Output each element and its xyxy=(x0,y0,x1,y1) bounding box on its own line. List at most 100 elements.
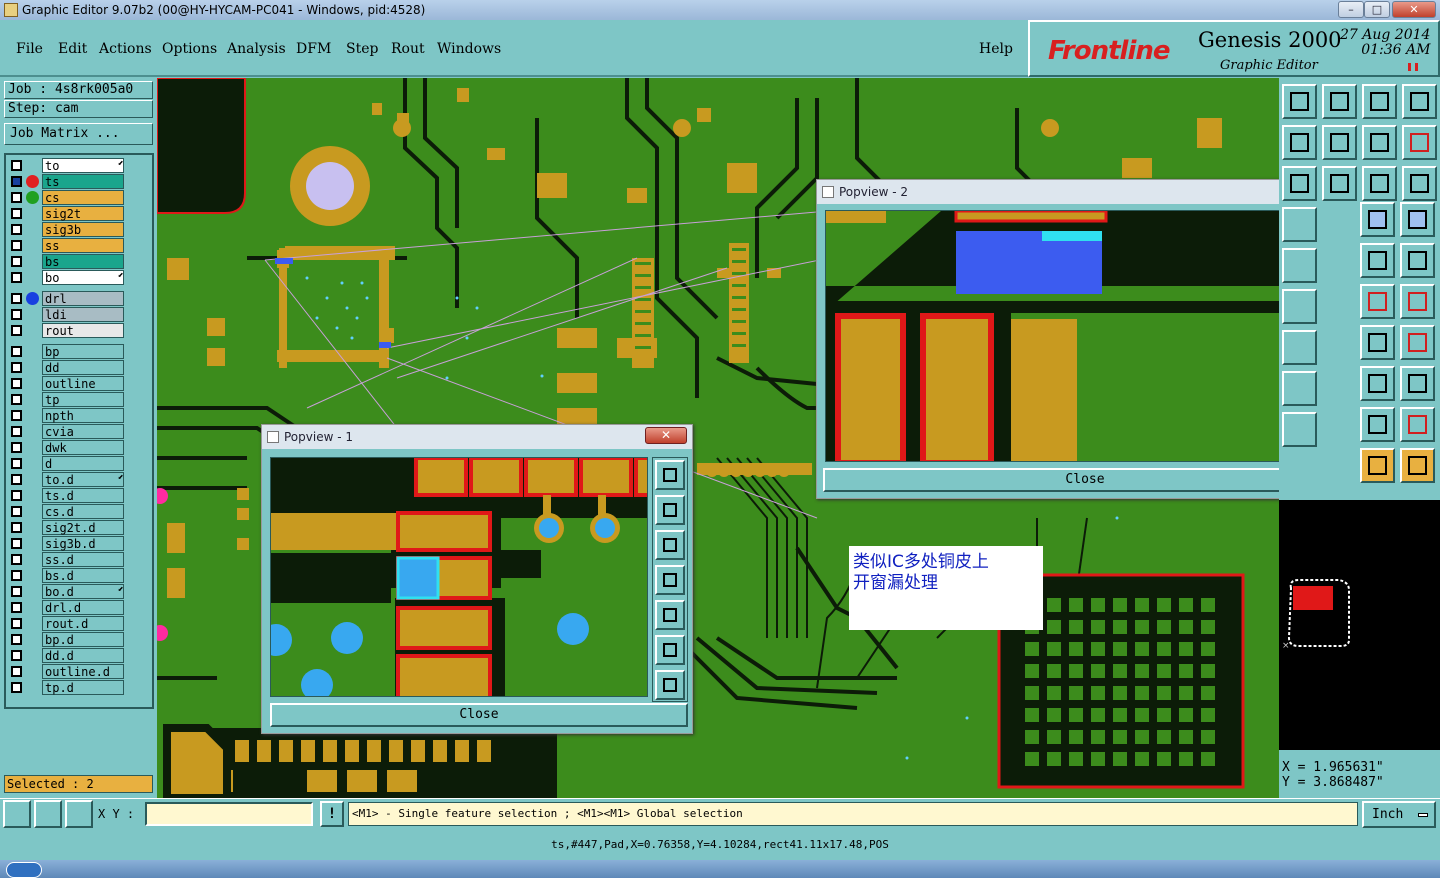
menu-help[interactable]: Help xyxy=(979,41,1013,57)
home-view-icon[interactable] xyxy=(1282,84,1317,119)
layer-name[interactable]: dwk xyxy=(42,440,124,455)
layer-checkbox[interactable] xyxy=(11,224,22,235)
layer-a-icon[interactable] xyxy=(1360,202,1395,237)
popview-1-view[interactable] xyxy=(270,457,648,697)
layer-row-to[interactable]: to ⬋ xyxy=(8,158,126,173)
layer-checkbox[interactable] xyxy=(11,160,22,171)
layer-row-drl-d[interactable]: drl.d xyxy=(8,600,126,615)
layer-checkbox[interactable] xyxy=(11,346,22,357)
layer-row-bo[interactable]: bo ⬋ xyxy=(8,270,126,285)
layer-row-ts[interactable]: ts xyxy=(8,174,126,189)
layer-b-icon[interactable] xyxy=(1400,202,1435,237)
tool-icon-3[interactable] xyxy=(1282,330,1317,365)
layer-name[interactable]: drl.d xyxy=(42,600,124,615)
layer-row-ldi[interactable]: ldi xyxy=(8,307,126,322)
layer-checkbox[interactable] xyxy=(11,378,22,389)
popview-1-close-icon[interactable]: ✕ xyxy=(645,427,687,444)
minimize-button[interactable]: – xyxy=(1338,1,1364,18)
snap-icon[interactable] xyxy=(3,800,31,828)
popview-2-view[interactable] xyxy=(825,210,1279,462)
fill-icon[interactable] xyxy=(1400,243,1435,278)
layer-name[interactable]: bo.d xyxy=(42,584,124,599)
layer-name[interactable]: outline xyxy=(42,376,124,391)
layer-row-sig2t-d[interactable]: sig2t.d xyxy=(8,520,126,535)
pan-left-icon[interactable] xyxy=(1282,125,1317,160)
layer-name[interactable]: bp.d xyxy=(42,632,124,647)
layer-name[interactable]: ldi xyxy=(42,307,124,322)
layer-checkbox[interactable] xyxy=(11,634,22,645)
popview-zoom-in-icon[interactable] xyxy=(655,635,685,665)
layer-row-ss[interactable]: ss xyxy=(8,238,126,253)
layer-name[interactable]: cvia xyxy=(42,424,124,439)
layer-name[interactable]: bo xyxy=(42,270,124,285)
layer-row-bs-d[interactable]: bs.d xyxy=(8,568,126,583)
layer-name[interactable]: npth xyxy=(42,408,124,423)
layer-row-sig3b-d[interactable]: sig3b.d xyxy=(8,536,126,551)
tool-icon-5[interactable] xyxy=(1282,412,1317,447)
start-button[interactable] xyxy=(6,862,42,878)
layer-row-outline-d[interactable]: outline.d xyxy=(8,664,126,679)
layer-row-cs[interactable]: cs xyxy=(8,190,126,205)
layer-row-bo-d[interactable]: bo.d ⬋ xyxy=(8,584,126,599)
units-dropdown[interactable]: Inch xyxy=(1362,801,1436,828)
tool-icon-1[interactable] xyxy=(1282,248,1317,283)
zoom-out-icon[interactable] xyxy=(1322,166,1357,201)
menu-options[interactable]: Options xyxy=(162,41,217,57)
layer-checkbox[interactable] xyxy=(11,538,22,549)
layer-name[interactable]: ss xyxy=(42,238,124,253)
popview-pan-up-icon[interactable] xyxy=(655,495,685,525)
popview-pan-left-icon[interactable] xyxy=(655,565,685,595)
layer-name[interactable]: rout.d xyxy=(42,616,124,631)
dimension-red-icon[interactable] xyxy=(1400,407,1435,442)
zoom-home-icon[interactable] xyxy=(1362,84,1397,119)
menu-actions[interactable]: Actions xyxy=(99,41,152,57)
feature-info-icon[interactable] xyxy=(1400,366,1435,401)
popview-pan-down-icon[interactable] xyxy=(655,530,685,560)
layer-checkbox[interactable] xyxy=(11,458,22,469)
layer-name[interactable]: tp xyxy=(42,392,124,407)
mirror-icon[interactable] xyxy=(1400,325,1435,360)
layer-checkbox[interactable] xyxy=(11,522,22,533)
layer-name[interactable]: tp.d xyxy=(42,680,124,695)
layer-checkbox[interactable] xyxy=(11,256,22,267)
layer-row-to-d[interactable]: to.d ⬋ xyxy=(8,472,126,487)
layer-checkbox[interactable] xyxy=(11,570,22,581)
pan-right-icon[interactable] xyxy=(1322,125,1357,160)
layer-name[interactable]: ts xyxy=(42,174,124,189)
redraw-icon[interactable] xyxy=(1402,125,1437,160)
measure-icon[interactable] xyxy=(34,800,62,828)
popview-1-close-button[interactable]: Close xyxy=(270,703,688,727)
layer-name[interactable]: d xyxy=(42,456,124,471)
layer-row-dwk[interactable]: dwk xyxy=(8,440,126,455)
layer-name[interactable]: sig2t.d xyxy=(42,520,124,535)
layer-row-drl[interactable]: drl xyxy=(8,291,126,306)
popview-2-close-button[interactable]: Close xyxy=(823,468,1279,492)
overview-map[interactable]: × xyxy=(1279,500,1440,750)
maximize-button[interactable]: □ xyxy=(1364,1,1390,18)
resize-icon[interactable] xyxy=(1360,366,1395,401)
layer-name[interactable]: dd xyxy=(42,360,124,375)
layer-checkbox[interactable] xyxy=(11,490,22,501)
layer-checkbox[interactable] xyxy=(11,208,22,219)
layer-row-sig3b[interactable]: sig3b xyxy=(8,222,126,237)
layer-row-cs-d[interactable]: cs.d xyxy=(8,504,126,519)
help-icon[interactable] xyxy=(1402,166,1437,201)
layer-name[interactable]: bs xyxy=(42,254,124,269)
layer-checkbox[interactable] xyxy=(11,474,22,485)
layer-row-outline[interactable]: outline xyxy=(8,376,126,391)
layer-row-npth[interactable]: npth xyxy=(8,408,126,423)
layer-checkbox[interactable] xyxy=(11,426,22,437)
layer-name[interactable]: drl xyxy=(42,291,124,306)
layer-checkbox[interactable] xyxy=(11,240,22,251)
menu-windows[interactable]: Windows xyxy=(437,41,501,57)
job-matrix-button[interactable]: Job Matrix ... xyxy=(4,123,153,145)
layer-name[interactable]: dd.d xyxy=(42,648,124,663)
tool-icon-4[interactable] xyxy=(1282,371,1317,406)
layer-name[interactable]: to xyxy=(42,158,124,173)
rotate-icon[interactable] xyxy=(1360,325,1395,360)
undo-zoom-icon[interactable] xyxy=(1362,125,1397,160)
layer-checkbox[interactable] xyxy=(11,362,22,373)
snap-center-icon[interactable] xyxy=(1400,284,1435,319)
popview-zoom-window-icon[interactable] xyxy=(655,460,685,490)
message-icon[interactable]: ! xyxy=(320,801,344,827)
